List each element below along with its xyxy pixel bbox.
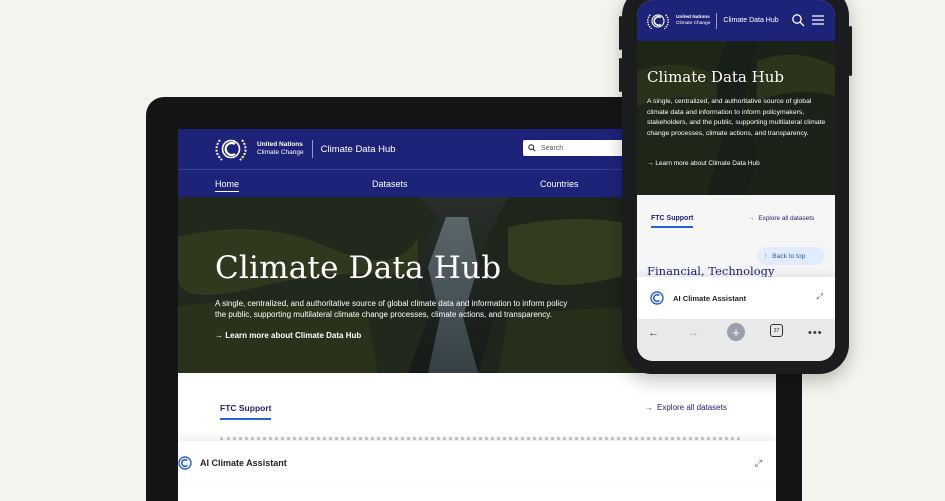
mobile-hero-title: Climate Data Hub	[647, 68, 784, 86]
search-placeholder: Search	[541, 144, 564, 152]
learn-more-link[interactable]: → Learn more about Climate Data Hub	[215, 331, 361, 340]
mobile-content-section: FTC Support → Explore all datasets ↑ Back …	[637, 195, 835, 285]
back-icon[interactable]: ←	[648, 327, 659, 339]
phone-screen: United Nations Climate Change Climate Da…	[637, 0, 835, 361]
expand-icon[interactable]: ⤢	[817, 292, 823, 302]
back-to-top-button[interactable]: ↑ Back to top	[757, 247, 825, 265]
tabs-icon[interactable]: 37	[770, 324, 783, 337]
assistant-label: AI Climate Assistant	[673, 293, 747, 303]
hero-description: A single, centralized, and authoritative…	[215, 298, 685, 320]
org-line2: Climate Change	[257, 149, 304, 156]
expand-icon[interactable]: ⤢	[755, 458, 762, 469]
tab-ftc-support[interactable]: FTC Support	[651, 215, 694, 228]
divider	[311, 140, 313, 158]
explore-datasets-link[interactable]: → Explore all datasets	[748, 215, 814, 222]
arrow-right-icon: →	[645, 403, 653, 412]
learn-more-label: Learn more about Climate Data Hub	[655, 160, 760, 167]
arrow-up-icon: ↑	[764, 252, 768, 260]
browser-toolbar: ← → + 37 •••	[637, 319, 835, 361]
nav-item-countries[interactable]: Countries	[540, 179, 579, 189]
menu-icon[interactable]	[812, 15, 824, 25]
mobile-hero-banner: Climate Data Hub A single, centralized, …	[637, 41, 835, 195]
org-line1: United Nations	[257, 141, 303, 148]
tab-count: 37	[773, 327, 780, 334]
phone-side-button	[849, 26, 852, 76]
arrow-right-icon: →	[215, 331, 226, 340]
org-name: United Nations Climate Change	[676, 15, 710, 27]
explore-datasets-link[interactable]: → Explore all datasets	[645, 403, 727, 412]
heading-placeholder	[220, 437, 740, 440]
un-emblem-icon[interactable]	[214, 135, 248, 163]
explore-label: Explore all datasets	[758, 215, 815, 222]
assistant-icon	[178, 456, 192, 470]
plus-icon[interactable]: +	[727, 323, 745, 341]
phone-side-button	[619, 16, 622, 50]
hero-title: Climate Data Hub	[215, 250, 502, 286]
site-name[interactable]: Climate Data Hub	[321, 144, 396, 155]
tab-ftc-support[interactable]: FTC Support	[220, 403, 272, 420]
more-icon[interactable]: •••	[808, 327, 823, 339]
search-icon	[528, 144, 536, 152]
hero-description-line1: A single, centralized, and authoritative…	[215, 299, 568, 308]
explore-label: Explore all datasets	[657, 403, 727, 412]
divider	[716, 12, 718, 29]
section-heading: Financial, Technology	[647, 264, 775, 278]
forward-icon[interactable]: →	[688, 327, 699, 339]
org-line2: Climate Change	[676, 20, 711, 26]
content-section: FTC Support → Explore all datasets AI Cli…	[178, 373, 776, 501]
mobile-header-bar: United Nations Climate Change Climate Da…	[637, 0, 835, 41]
learn-more-link[interactable]: → Learn more about Climate Data Hub	[647, 160, 760, 167]
back-to-top-label: Back to top	[772, 252, 806, 260]
assistant-bar[interactable]: AI Climate Assistant ⤢	[178, 441, 776, 485]
phone-side-button	[619, 58, 622, 92]
assistant-icon	[650, 291, 664, 305]
nav-item-home[interactable]: Home	[215, 179, 240, 192]
arrow-right-icon: →	[748, 215, 755, 222]
learn-more-label: Learn more about Climate Data Hub	[225, 331, 362, 340]
assistant-bar[interactable]: AI Climate Assistant ⤢	[637, 277, 835, 319]
un-emblem-icon[interactable]	[646, 11, 670, 31]
hero-description-line2: the public, supporting multilateral clim…	[215, 310, 552, 319]
assistant-label: AI Climate Assistant	[200, 458, 287, 468]
nav-item-datasets[interactable]: Datasets	[372, 179, 408, 189]
org-name: United Nations Climate Change	[257, 141, 304, 157]
site-name[interactable]: Climate Data Hub	[723, 17, 778, 24]
search-input[interactable]: Search	[523, 140, 633, 156]
mobile-hero-description: A single, centralized, and authoritative…	[647, 98, 826, 137]
stage: United Nations Climate Change Climate Da…	[0, 0, 945, 501]
phone-frame: United Nations Climate Change Climate Da…	[619, 0, 852, 374]
search-icon[interactable]	[791, 13, 805, 27]
